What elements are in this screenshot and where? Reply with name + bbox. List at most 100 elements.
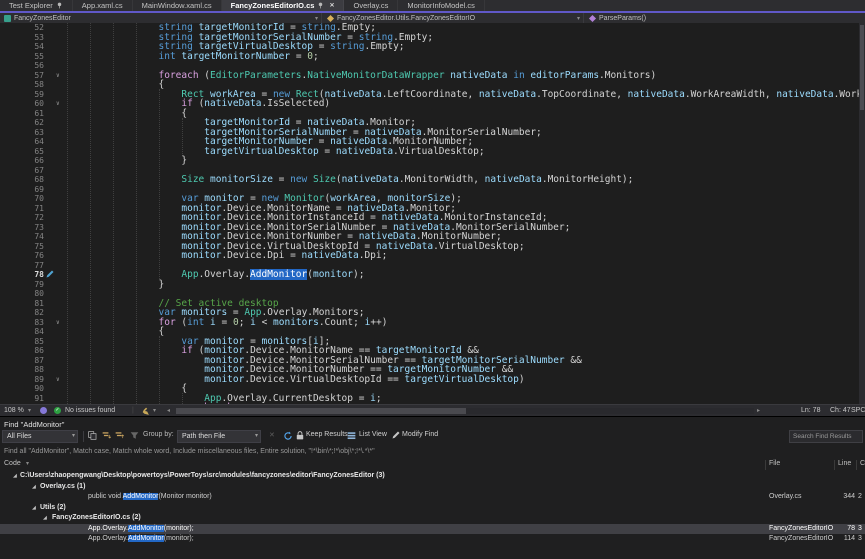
zoom-chevron-down-icon[interactable]: ▾: [28, 407, 31, 414]
match-text: public void AddMonitor(Monitor monitor): [88, 492, 212, 503]
horizontal-scrollbar-thumb[interactable]: [176, 408, 466, 414]
result-column: 2: [858, 492, 865, 503]
line-number: 90: [0, 384, 44, 394]
fold-chevron-icon[interactable]: ∨: [56, 71, 60, 81]
code-cleanup-chevron-down-icon[interactable]: ▾: [153, 407, 156, 414]
group-by-label: Group by:: [143, 431, 174, 438]
tree-expander-icon[interactable]: ◢: [13, 471, 17, 482]
code-editor[interactable]: 52 string targetMonitorId = string.Empty…: [0, 23, 865, 404]
zoom-level[interactable]: 108 %: [4, 407, 24, 414]
line-number: 71: [0, 204, 44, 214]
fold-chevron-icon[interactable]: ∨: [56, 375, 60, 385]
scroll-left-icon[interactable]: ◂: [167, 407, 170, 414]
vertical-scrollbar[interactable]: [859, 23, 865, 404]
member-dropdown[interactable]: ParseParams(): [585, 13, 865, 23]
tree-expander-icon[interactable]: ◢: [32, 482, 36, 493]
code-line-66[interactable]: 66 }: [0, 156, 865, 166]
find-result-match-row[interactable]: App.Overlay.AddMonitor(monitor);FancyZon…: [0, 534, 865, 545]
tab-monitorinfomodel-cs[interactable]: MonitorInfoModel.cs: [398, 0, 485, 11]
extension-status-icon[interactable]: [40, 407, 47, 414]
tree-expander-icon[interactable]: ◢: [43, 513, 47, 524]
tree-expander-icon[interactable]: ◢: [32, 503, 36, 514]
expand-all-icon[interactable]: [102, 431, 111, 440]
chevron-down-icon[interactable]: ▾: [26, 460, 29, 467]
column-header-line[interactable]: Line: [838, 460, 851, 467]
result-column: 3: [858, 534, 865, 545]
issues-status-label[interactable]: No issues found: [65, 407, 115, 414]
pin-icon[interactable]: [56, 2, 63, 9]
find-result-group-row[interactable]: ◢Overlay.cs (1): [0, 482, 865, 493]
method-icon: [589, 14, 596, 21]
line-number: 69: [0, 185, 44, 195]
code-text: }: [67, 280, 164, 290]
vertical-scrollbar-thumb[interactable]: [860, 25, 864, 110]
no-issues-check-icon[interactable]: ✓: [54, 407, 61, 414]
code-text: }: [67, 156, 187, 166]
line-number: 78: [0, 270, 44, 280]
scroll-right-icon[interactable]: ▸: [757, 407, 760, 414]
code-line-79[interactable]: 79 }: [0, 280, 865, 290]
result-file: FancyZonesEditorIO.cs: [769, 524, 833, 535]
find-result-group-row[interactable]: ◢C:\Users\zhaopengwang\Desktop\powertoys…: [0, 471, 865, 482]
fold-chevron-icon[interactable]: ∨: [56, 99, 60, 109]
keep-results-button[interactable]: Keep Results: [306, 431, 348, 438]
pin-icon[interactable]: [317, 2, 324, 9]
result-line: 344: [836, 492, 855, 503]
code-line-76[interactable]: 76 monitor.Device.Dpi = nativeData.Dpi;: [0, 251, 865, 261]
csharp-project-icon: [4, 15, 11, 22]
modify-find-pencil-icon[interactable]: [392, 431, 400, 439]
modify-find-button[interactable]: Modify Find: [402, 431, 438, 438]
column-header-code[interactable]: Code: [4, 460, 21, 467]
copy-results-icon[interactable]: [88, 431, 97, 440]
line-number: 82: [0, 308, 44, 318]
close-icon[interactable]: ✕: [329, 2, 334, 9]
tab-label: App.xaml.cs: [82, 1, 123, 10]
chevron-down-icon: ▾: [255, 431, 258, 442]
chevron-down-icon: ▾: [72, 431, 75, 442]
lock-icon[interactable]: [296, 431, 304, 440]
column-divider[interactable]: [856, 460, 857, 470]
group-by-dropdown[interactable]: Path then File ▾: [177, 430, 261, 443]
tab-label: Overlay.cs: [353, 1, 388, 10]
code-text: monitor.Device.Dpi = nativeData.Dpi;: [67, 251, 387, 261]
find-result-group-row[interactable]: ◢FancyZonesEditorIO.cs (2): [0, 513, 865, 524]
clear-results-icon[interactable]: ✕: [269, 431, 275, 439]
column-header-file[interactable]: File: [769, 460, 780, 467]
refresh-icon[interactable]: [283, 431, 293, 441]
column-divider[interactable]: [834, 460, 835, 470]
line-number: 77: [0, 261, 44, 271]
scope-dropdown[interactable]: All Files ▾: [2, 430, 78, 443]
line-number: 68: [0, 175, 44, 185]
find-result-group-row[interactable]: ◢Utils (2): [0, 503, 865, 514]
line-number: 55: [0, 52, 44, 62]
find-result-match-row[interactable]: App.Overlay.AddMonitor(monitor);FancyZon…: [0, 524, 865, 535]
find-result-match-row[interactable]: public void AddMonitor(Monitor monitor)O…: [0, 492, 865, 503]
tab-app-xaml-cs[interactable]: App.xaml.cs: [73, 0, 133, 11]
tab-test-explorer[interactable]: Test Explorer: [0, 0, 73, 11]
column-divider[interactable]: [765, 460, 766, 470]
collapse-all-icon[interactable]: [115, 431, 124, 440]
column-header-col[interactable]: C: [860, 460, 865, 467]
type-dropdown[interactable]: FancyZonesEditor.Utils.FancyZonesEditorI…: [323, 13, 584, 23]
line-number: 73: [0, 223, 44, 233]
line-number: 86: [0, 346, 44, 356]
code-line-68[interactable]: 68 Size monitorSize = new Size(nativeDat…: [0, 175, 865, 185]
line-number: 83: [0, 318, 44, 328]
line-number: 88: [0, 365, 44, 375]
tab-mainwindow-xaml-cs[interactable]: MainWindow.xaml.cs: [133, 0, 222, 11]
find-criteria-description: Find all "AddMonitor", Match case, Match…: [4, 448, 375, 455]
code-line-55[interactable]: 55 int targetMonitorNumber = 0;: [0, 52, 865, 62]
line-number: 85: [0, 337, 44, 347]
project-dropdown[interactable]: FancyZonesEditor ▾: [0, 13, 322, 23]
line-number: 79: [0, 280, 44, 290]
fold-chevron-icon[interactable]: ∨: [56, 318, 60, 328]
tab-fancyzoneseditorio-cs[interactable]: FancyZonesEditorIO.cs✕: [222, 0, 345, 11]
filter-icon[interactable]: [130, 431, 139, 440]
list-view-button[interactable]: List View: [359, 431, 387, 438]
code-cleanup-broom-icon[interactable]: [141, 407, 150, 416]
list-view-icon[interactable]: [347, 431, 356, 440]
tab-overlay-cs[interactable]: Overlay.cs: [344, 0, 398, 11]
search-find-results-input[interactable]: [789, 430, 863, 443]
horizontal-scrollbar[interactable]: [176, 408, 754, 414]
line-number: 80: [0, 289, 44, 299]
